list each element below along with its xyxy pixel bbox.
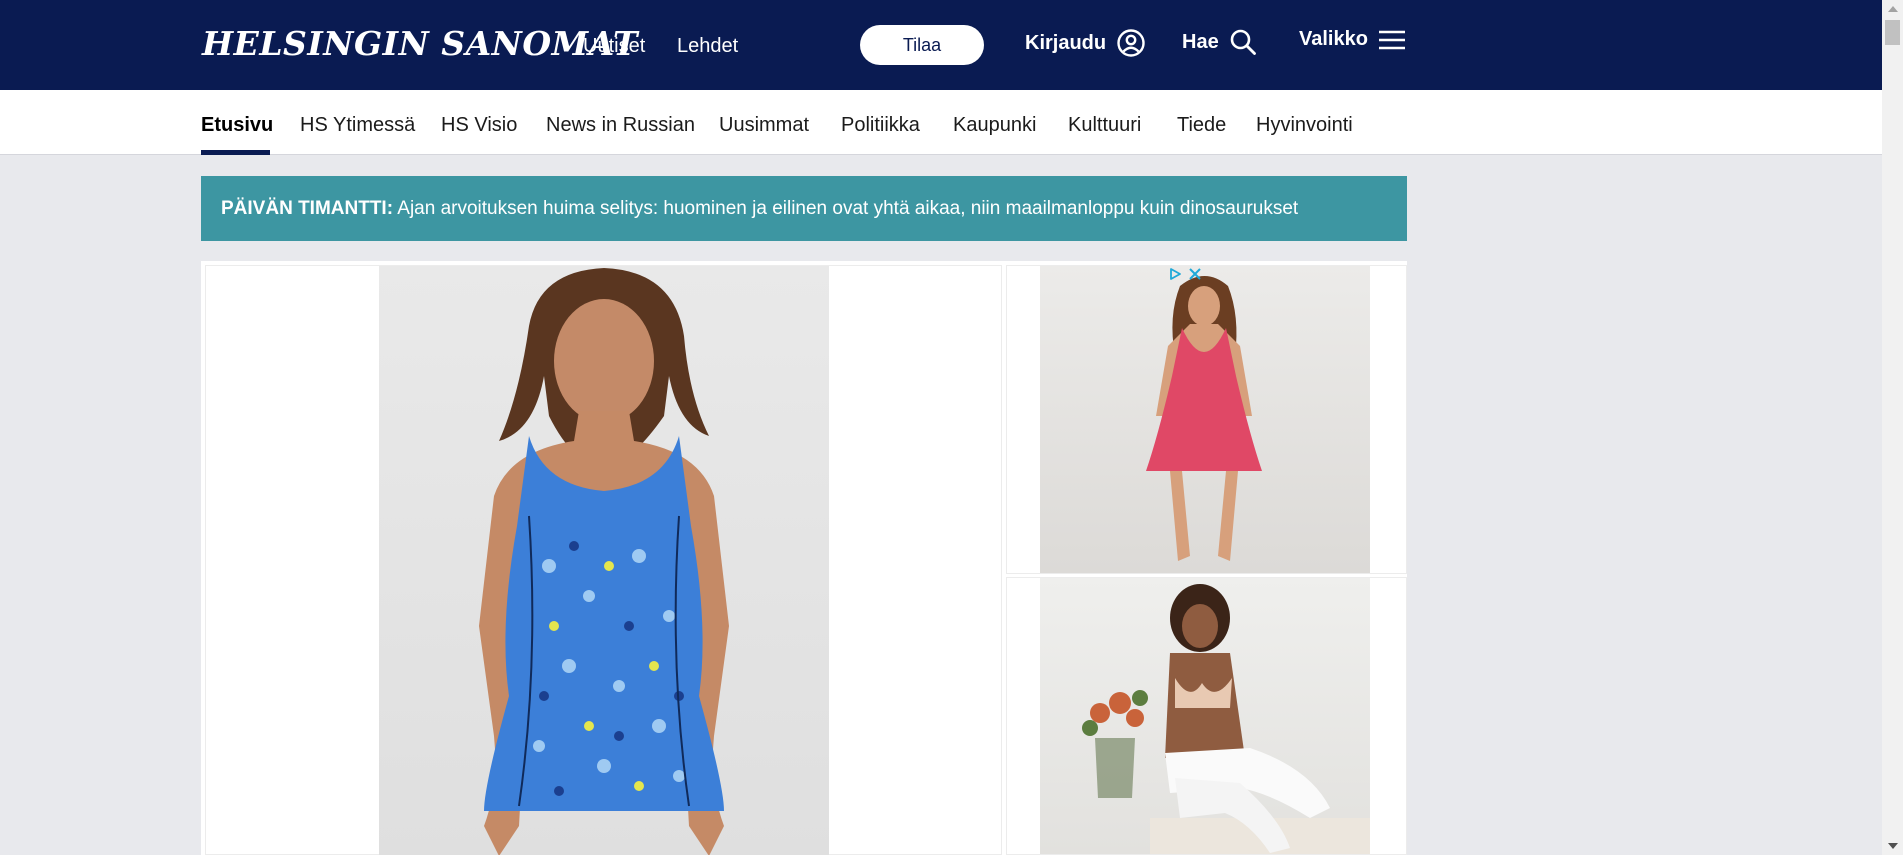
active-tab-indicator — [201, 150, 270, 155]
ad-side-tile-2[interactable] — [1006, 577, 1407, 855]
featured-article-banner[interactable]: PÄIVÄN TIMANTTI: Ajan arvoituksen huima … — [201, 176, 1407, 241]
menu-button[interactable]: Valikko — [1299, 28, 1406, 51]
site-logo[interactable]: HELSINGIN SANOMAT — [202, 24, 638, 63]
page-scrollbar[interactable] — [1882, 0, 1903, 855]
search-label: Hae — [1182, 30, 1219, 53]
nav-item-uusimmat[interactable]: Uusimmat — [719, 114, 809, 137]
user-icon — [1116, 28, 1146, 58]
ad-product-image-nightgown[interactable] — [1040, 266, 1370, 573]
header-link-uutiset[interactable]: Uutiset — [583, 35, 645, 58]
scroll-thumb[interactable] — [1885, 20, 1900, 45]
login-label: Kirjaudu — [1025, 31, 1107, 54]
search-button[interactable]: Hae — [1182, 28, 1257, 56]
nav-item-hs-ytimessa[interactable]: HS Ytimessä — [300, 114, 415, 137]
nav-item-hyvinvointi[interactable]: Hyvinvointi — [1256, 114, 1353, 137]
advertisement — [201, 261, 1407, 855]
nav-item-kulttuuri[interactable]: Kulttuuri — [1068, 114, 1141, 137]
nav-item-kaupunki[interactable]: Kaupunki — [953, 114, 1036, 137]
nav-item-hs-visio[interactable]: HS Visio — [441, 114, 517, 137]
nav-item-etusivu[interactable]: Etusivu — [201, 114, 273, 137]
header-link-lehdet[interactable]: Lehdet — [677, 35, 738, 58]
hamburger-icon — [1378, 29, 1406, 51]
section-nav: Etusivu HS Ytimessä HS Visio News in Rus… — [0, 90, 1882, 155]
subscribe-button[interactable]: Tilaa — [860, 25, 984, 65]
close-icon[interactable] — [1188, 266, 1202, 285]
site-header: HELSINGIN SANOMAT Uutiset Lehdet Tilaa K… — [0, 0, 1882, 90]
nav-item-tiede[interactable]: Tiede — [1177, 114, 1226, 137]
ad-product-image-swimdress[interactable] — [379, 266, 829, 855]
menu-label: Valikko — [1299, 28, 1368, 50]
login-button[interactable]: Kirjaudu — [1025, 28, 1146, 58]
scroll-up-arrow-icon[interactable] — [1888, 6, 1898, 12]
search-icon — [1229, 28, 1257, 56]
adchoices-icon[interactable] — [1168, 266, 1182, 285]
scroll-down-arrow-icon[interactable] — [1888, 843, 1898, 849]
ad-controls — [1168, 266, 1202, 285]
banner-headline: Ajan arvoituksen huima selitys: huominen… — [397, 198, 1299, 219]
nav-item-politiikka[interactable]: Politiikka — [841, 114, 920, 137]
banner-prefix: PÄIVÄN TIMANTTI: — [221, 198, 394, 219]
nav-item-news-in-russian[interactable]: News in Russian — [546, 114, 695, 137]
ad-main-tile[interactable] — [205, 265, 1002, 855]
ad-side-tile-1[interactable] — [1006, 265, 1407, 574]
ad-product-image-bra[interactable] — [1040, 578, 1370, 854]
